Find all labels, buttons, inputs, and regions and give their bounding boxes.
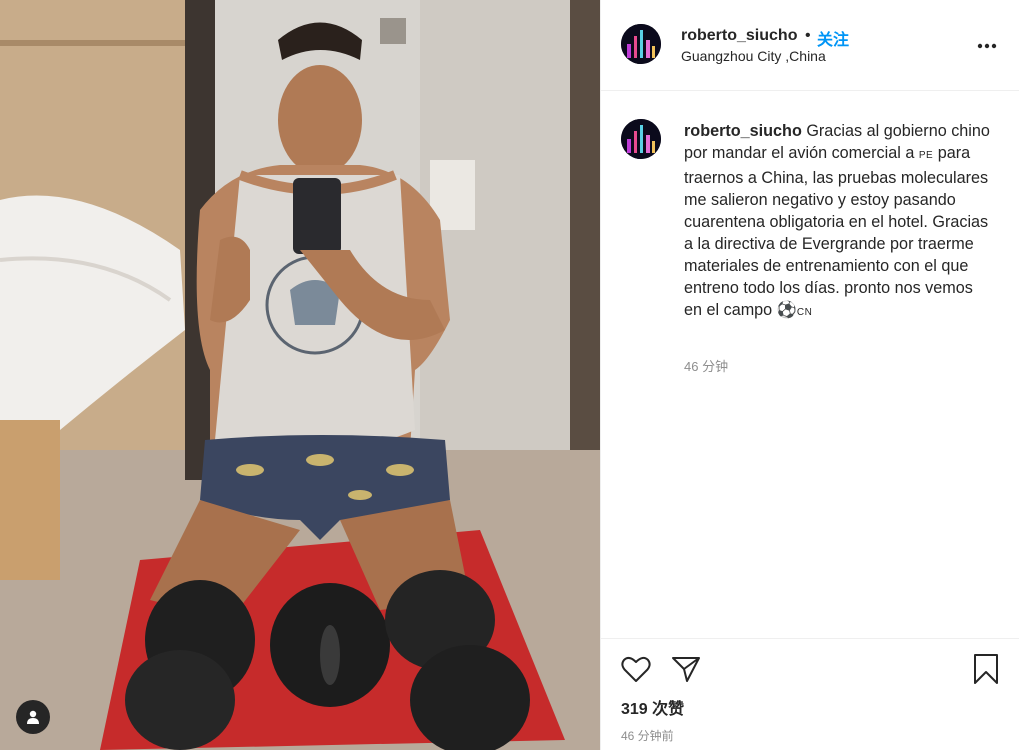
peru-flag-emoji: PE	[918, 150, 934, 161]
action-bar	[601, 650, 1019, 690]
china-flag-emoji: CN	[796, 307, 813, 318]
header-username[interactable]: roberto_siucho	[681, 27, 797, 45]
caption-timestamp[interactable]: 46 分钟	[684, 356, 728, 375]
post-photo[interactable]	[0, 0, 600, 750]
avatar-image	[621, 119, 661, 159]
caption-text-2: para traernos a China, las pruebas molec…	[684, 144, 989, 319]
post-modal: roberto_siucho • 关注 Guangzhou City ,Chin…	[0, 0, 1019, 750]
post-timestamp[interactable]: 46 分钟前	[621, 727, 674, 744]
bookmark-icon	[974, 654, 998, 684]
comments-section: roberto_siucho Gracias al gobierno chino…	[601, 91, 1019, 639]
post-caption: roberto_siucho Gracias al gobierno chino…	[684, 120, 994, 324]
separator-dot: •	[805, 27, 811, 44]
user-silhouette-icon	[27, 710, 39, 724]
more-options-button[interactable]	[977, 33, 997, 54]
like-button[interactable]	[621, 655, 651, 688]
follow-button[interactable]: 关注	[817, 26, 849, 50]
avatar[interactable]	[621, 24, 661, 64]
caption-avatar[interactable]	[621, 119, 661, 159]
soccer-ball-emoji: ⚽	[776, 301, 797, 319]
caption-username[interactable]: roberto_siucho	[684, 122, 802, 140]
location-link[interactable]: Guangzhou City ,China	[681, 48, 826, 64]
post-image	[0, 0, 600, 750]
post-header: roberto_siucho • 关注 Guangzhou City ,Chin…	[601, 0, 1019, 91]
tagged-users-button[interactable]	[16, 700, 50, 734]
more-dots-icon	[977, 43, 997, 49]
heart-icon	[621, 656, 651, 682]
avatar-image	[621, 24, 661, 64]
paper-plane-icon	[672, 657, 700, 682]
save-button[interactable]	[973, 653, 999, 690]
share-button[interactable]	[671, 655, 701, 688]
post-details-panel: roberto_siucho • 关注 Guangzhou City ,Chin…	[600, 0, 1019, 750]
like-count[interactable]: 319 次赞	[621, 695, 684, 719]
